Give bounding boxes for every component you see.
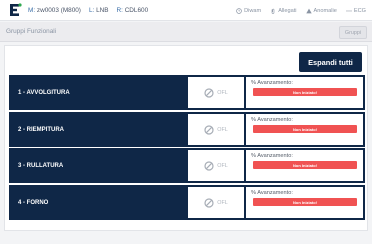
progress-label: % Avanzamento: bbox=[251, 153, 293, 159]
l-label: L: bbox=[88, 6, 95, 14]
diwam-label: Diwam bbox=[244, 7, 262, 14]
block-icon bbox=[204, 87, 214, 98]
group-progress: % Avanzamento: Non Iniziato! bbox=[246, 150, 363, 181]
group-progress: % Avanzamento: Non Iniziato! bbox=[246, 187, 363, 218]
dots-icon bbox=[346, 9, 352, 12]
block-icon bbox=[204, 160, 214, 171]
group-row[interactable]: 1 - AVVOLGITURA OFL % Avanzamento: Non I… bbox=[9, 75, 365, 110]
group-status: OFL bbox=[188, 187, 246, 218]
group-progress: % Avanzamento: Non Iniziato! bbox=[246, 77, 363, 108]
footer bbox=[0, 234, 372, 244]
group-status: OFL bbox=[188, 114, 246, 145]
r-value: CDL600 bbox=[124, 6, 149, 14]
group-status: OFL bbox=[188, 150, 246, 181]
group-progress: % Avanzamento: Non Iniziato! bbox=[246, 114, 363, 145]
toolbar: Diwam Allegati Anomalie ECG bbox=[227, 0, 366, 21]
status-label: OFL bbox=[217, 162, 228, 169]
group-row[interactable]: 4 - FORNO OFL % Avanzamento: Non Iniziat… bbox=[9, 185, 365, 220]
allegati-label: Allegati bbox=[278, 7, 297, 14]
progress-badge: Non Iniziato! bbox=[253, 88, 357, 96]
page-title: Gruppi Funzionali bbox=[6, 28, 57, 35]
anomalie-label: Anomalie bbox=[313, 7, 337, 14]
progress-label: % Avanzamento: bbox=[251, 80, 293, 86]
progress-badge: Non Iniziato! bbox=[253, 125, 357, 133]
block-icon bbox=[204, 197, 214, 208]
machine-info: M: zw0003 (M800) L: LNB R: CDL600 bbox=[28, 7, 156, 14]
section-header: Gruppi Funzionali Gruppi bbox=[0, 22, 372, 42]
anomalie-button[interactable]: Anomalie bbox=[305, 7, 337, 14]
top-bar: M: zw0003 (M800) L: LNB R: CDL600 Diwam … bbox=[0, 0, 372, 21]
m-label: M: bbox=[28, 6, 36, 14]
status-label: OFL bbox=[217, 199, 228, 206]
expand-all-button[interactable]: Espandi tutti bbox=[299, 52, 362, 72]
r-label: R: bbox=[116, 6, 123, 14]
l-value: LNB bbox=[96, 6, 109, 14]
group-name: 4 - FORNO bbox=[18, 199, 49, 206]
status-label: OFL bbox=[217, 89, 228, 96]
group-row[interactable]: 3 - RULLATURA OFL % Avanzamento: Non Ini… bbox=[9, 148, 365, 183]
progress-badge: Non Iniziato! bbox=[253, 161, 357, 169]
paperclip-icon bbox=[271, 8, 275, 14]
group-name: 1 - AVVOLGITURA bbox=[18, 89, 70, 96]
group-name: 3 - RULLATURA bbox=[18, 162, 64, 169]
progress-label: % Avanzamento: bbox=[251, 190, 293, 196]
warning-icon bbox=[305, 8, 312, 13]
app-logo bbox=[7, 2, 23, 18]
clock-icon bbox=[236, 7, 242, 14]
progress-badge: Non Iniziato! bbox=[253, 198, 357, 206]
group-status: OFL bbox=[188, 77, 246, 108]
m-value: zw0003 (M800) bbox=[36, 6, 81, 14]
gruppi-button[interactable]: Gruppi bbox=[339, 26, 367, 39]
group-name: 2 - RIEMPITURA bbox=[18, 126, 65, 133]
ecg-button[interactable]: ECG bbox=[346, 8, 366, 14]
progress-label: % Avanzamento: bbox=[251, 117, 293, 123]
status-label: OFL bbox=[217, 126, 228, 133]
allegati-button[interactable]: Allegati bbox=[270, 7, 297, 14]
ecg-label: ECG bbox=[353, 7, 366, 14]
groups-table: 1 - AVVOLGITURA OFL % Avanzamento: Non I… bbox=[9, 75, 365, 222]
block-icon bbox=[204, 124, 214, 135]
group-row[interactable]: 2 - RIEMPITURA OFL % Avanzamento: Non In… bbox=[9, 112, 365, 147]
diwam-button[interactable]: Diwam bbox=[236, 8, 261, 14]
